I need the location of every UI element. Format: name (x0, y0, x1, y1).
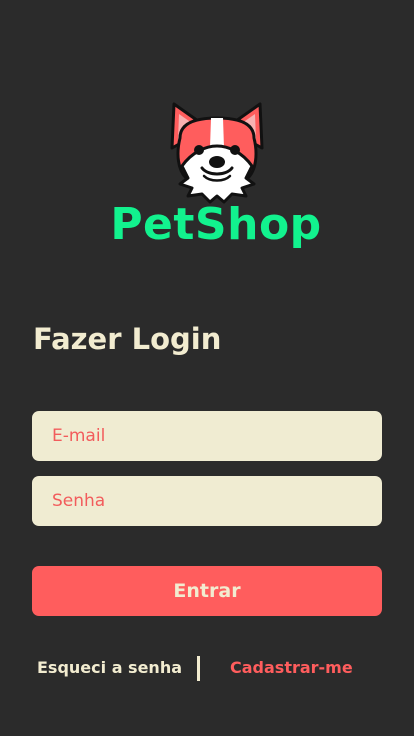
password-field[interactable] (32, 476, 382, 526)
page-title: Fazer Login (33, 322, 222, 356)
auth-links: Esqueci a senha Cadastrar-me (0, 656, 414, 682)
register-link[interactable]: Cadastrar-me (230, 658, 353, 677)
brand-name: PetShop (110, 199, 322, 250)
login-screen: PetShop Fazer Login Entrar Esqueci a sen… (0, 0, 414, 736)
login-button[interactable]: Entrar (32, 566, 382, 616)
link-divider (197, 656, 200, 681)
email-field[interactable] (32, 411, 382, 461)
corgi-head-icon (170, 102, 264, 204)
brand-logo: PetShop (0, 96, 414, 266)
forgot-password-link[interactable]: Esqueci a senha (37, 658, 182, 677)
